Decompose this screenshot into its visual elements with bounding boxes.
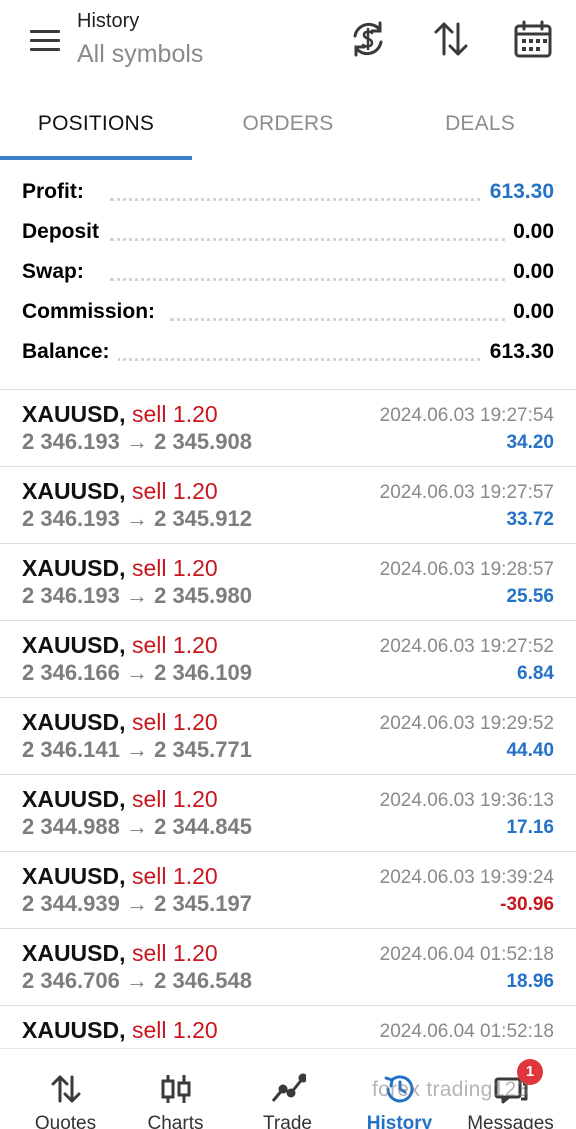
list-item[interactable]: XAUUSD, sell 1.20 2 346.706 → 2 346.548 …: [0, 929, 576, 1006]
deal-side: sell 1.20: [132, 786, 218, 812]
tab-deals[interactable]: DEALS: [384, 98, 576, 158]
tab-orders[interactable]: ORDERS: [192, 98, 384, 158]
deal-time: 2024.06.03 19:27:57: [379, 482, 554, 503]
list-item[interactable]: XAUUSD, sell 1.20 2 346.193 → 2 345.908 …: [0, 390, 576, 467]
deal-time: 2024.06.03 19:36:13: [379, 790, 554, 811]
summary-row-swap: Swap: 0.00: [0, 252, 576, 292]
currency-sync-icon[interactable]: [347, 18, 389, 60]
deal-profit: 33.72: [506, 509, 554, 530]
commission-label: Commission:: [22, 300, 164, 324]
trade-icon: [270, 1073, 307, 1105]
profit-label: Profit:: [22, 180, 92, 204]
deals-list: XAUUSD, sell 1.20 2 346.193 → 2 345.908 …: [0, 390, 576, 1083]
swap-value: 0.00: [505, 260, 554, 284]
list-item[interactable]: XAUUSD, sell 1.20 2 346.141 → 2 345.771 …: [0, 698, 576, 775]
account-summary: Profit: 613.30 Deposit 0.00 Swap: 0.00 C…: [0, 172, 576, 372]
nav-messages-label: Messages: [467, 1113, 554, 1129]
nav-charts-label: Charts: [147, 1113, 204, 1129]
deal-symbol: XAUUSD,: [22, 786, 126, 812]
deposit-label: Deposit: [22, 220, 108, 244]
deal-prices: 2 346.193 → 2 345.912: [22, 506, 252, 531]
nav-history-label: History: [366, 1113, 433, 1129]
dotted-leader: [110, 198, 506, 201]
summary-row-balance: Balance: 613.30: [0, 332, 576, 372]
deal-side: sell 1.20: [132, 632, 218, 658]
sort-icon[interactable]: [430, 18, 472, 60]
charts-icon: [158, 1073, 194, 1105]
deal-symbol: XAUUSD,: [22, 478, 126, 504]
deal-side: sell 1.20: [132, 709, 218, 735]
deal-time: 2024.06.03 19:27:52: [379, 636, 554, 657]
header-title: History: [77, 10, 140, 32]
deal-symbol: XAUUSD,: [22, 632, 126, 658]
quotes-icon: [48, 1073, 84, 1105]
deal-profit: 34.20: [506, 432, 554, 453]
list-item[interactable]: XAUUSD, sell 1.20 2 344.988 → 2 344.845 …: [0, 775, 576, 852]
deal-prices: 2 346.166 → 2 346.109: [22, 660, 252, 685]
deposit-value: 0.00: [505, 220, 554, 244]
summary-row-profit: Profit: 613.30: [0, 172, 576, 212]
dotted-leader: [110, 358, 506, 361]
deal-prices: 2 346.706 → 2 346.548: [22, 968, 252, 993]
summary-row-commission: Commission: 0.00: [0, 292, 576, 332]
dotted-leader: [170, 318, 506, 321]
deal-prices: 2 346.141 → 2 345.771: [22, 737, 252, 762]
balance-label: Balance:: [22, 340, 118, 364]
summary-row-deposit: Deposit 0.00: [0, 212, 576, 252]
list-item[interactable]: XAUUSD, sell 1.20 2 346.166 → 2 346.109 …: [0, 621, 576, 698]
calendar-icon[interactable]: [512, 18, 554, 60]
deal-symbol: XAUUSD,: [22, 555, 126, 581]
history-tabs: POSITIONS ORDERS DEALS: [0, 98, 576, 162]
deal-time: 2024.06.03 19:29:52: [379, 713, 554, 734]
deal-symbol: XAUUSD,: [22, 940, 126, 966]
deal-side: sell 1.20: [132, 940, 218, 966]
profit-value: 613.30: [481, 180, 554, 204]
deal-side: sell 1.20: [132, 1017, 218, 1043]
deal-side: sell 1.20: [132, 478, 218, 504]
deal-symbol: XAUUSD,: [22, 863, 126, 889]
balance-value: 613.30: [481, 340, 554, 364]
dotted-leader: [110, 278, 506, 281]
deal-time: 2024.06.04 01:52:18: [379, 944, 554, 965]
deal-profit: 17.16: [506, 817, 554, 838]
deal-time: 2024.06.03 19:27:54: [379, 405, 554, 426]
deal-prices: 2 344.988 → 2 344.845: [22, 814, 252, 839]
nav-trade-label: Trade: [263, 1113, 312, 1129]
tab-positions[interactable]: POSITIONS: [0, 98, 192, 158]
deal-profit: 18.96: [506, 971, 554, 992]
deal-profit: 44.40: [506, 740, 554, 761]
deal-time: 2024.06.03 19:28:57: [379, 559, 554, 580]
nav-trade[interactable]: Trade: [230, 1049, 345, 1129]
deal-symbol: XAUUSD,: [22, 1017, 126, 1043]
nav-charts[interactable]: Charts: [118, 1049, 233, 1129]
deal-side: sell 1.20: [132, 555, 218, 581]
list-item[interactable]: XAUUSD, sell 1.20 2 346.193 → 2 345.980 …: [0, 544, 576, 621]
list-item[interactable]: XAUUSD, sell 1.20 2 346.193 → 2 345.912 …: [0, 467, 576, 544]
dotted-leader: [110, 238, 506, 241]
deal-symbol: XAUUSD,: [22, 709, 126, 735]
deal-time: 2024.06.04 01:52:18: [379, 1021, 554, 1042]
deal-symbol: XAUUSD,: [22, 401, 126, 427]
deal-profit: 6.84: [517, 663, 554, 684]
watermark-text: forex trading123: [372, 1078, 529, 1101]
active-tab-indicator: [0, 156, 192, 160]
deal-profit: -30.96: [500, 894, 554, 915]
swap-label: Swap:: [22, 260, 92, 284]
symbol-filter[interactable]: All symbols: [77, 40, 203, 69]
list-item[interactable]: XAUUSD, sell 1.20 2 344.939 → 2 345.197 …: [0, 852, 576, 929]
deal-prices: 2 346.193 → 2 345.980: [22, 583, 252, 608]
app-header: History All symbols: [0, 0, 576, 86]
deal-profit: 25.56: [506, 586, 554, 607]
deal-prices: 2 346.193 → 2 345.908: [22, 429, 252, 454]
deal-side: sell 1.20: [132, 863, 218, 889]
menu-icon[interactable]: [20, 22, 68, 58]
deal-prices: 2 344.939 → 2 345.197: [22, 891, 252, 916]
deal-time: 2024.06.03 19:39:24: [379, 867, 554, 888]
nav-quotes[interactable]: Quotes: [8, 1049, 123, 1129]
nav-quotes-label: Quotes: [34, 1113, 97, 1129]
commission-value: 0.00: [505, 300, 554, 324]
deal-side: sell 1.20: [132, 401, 218, 427]
